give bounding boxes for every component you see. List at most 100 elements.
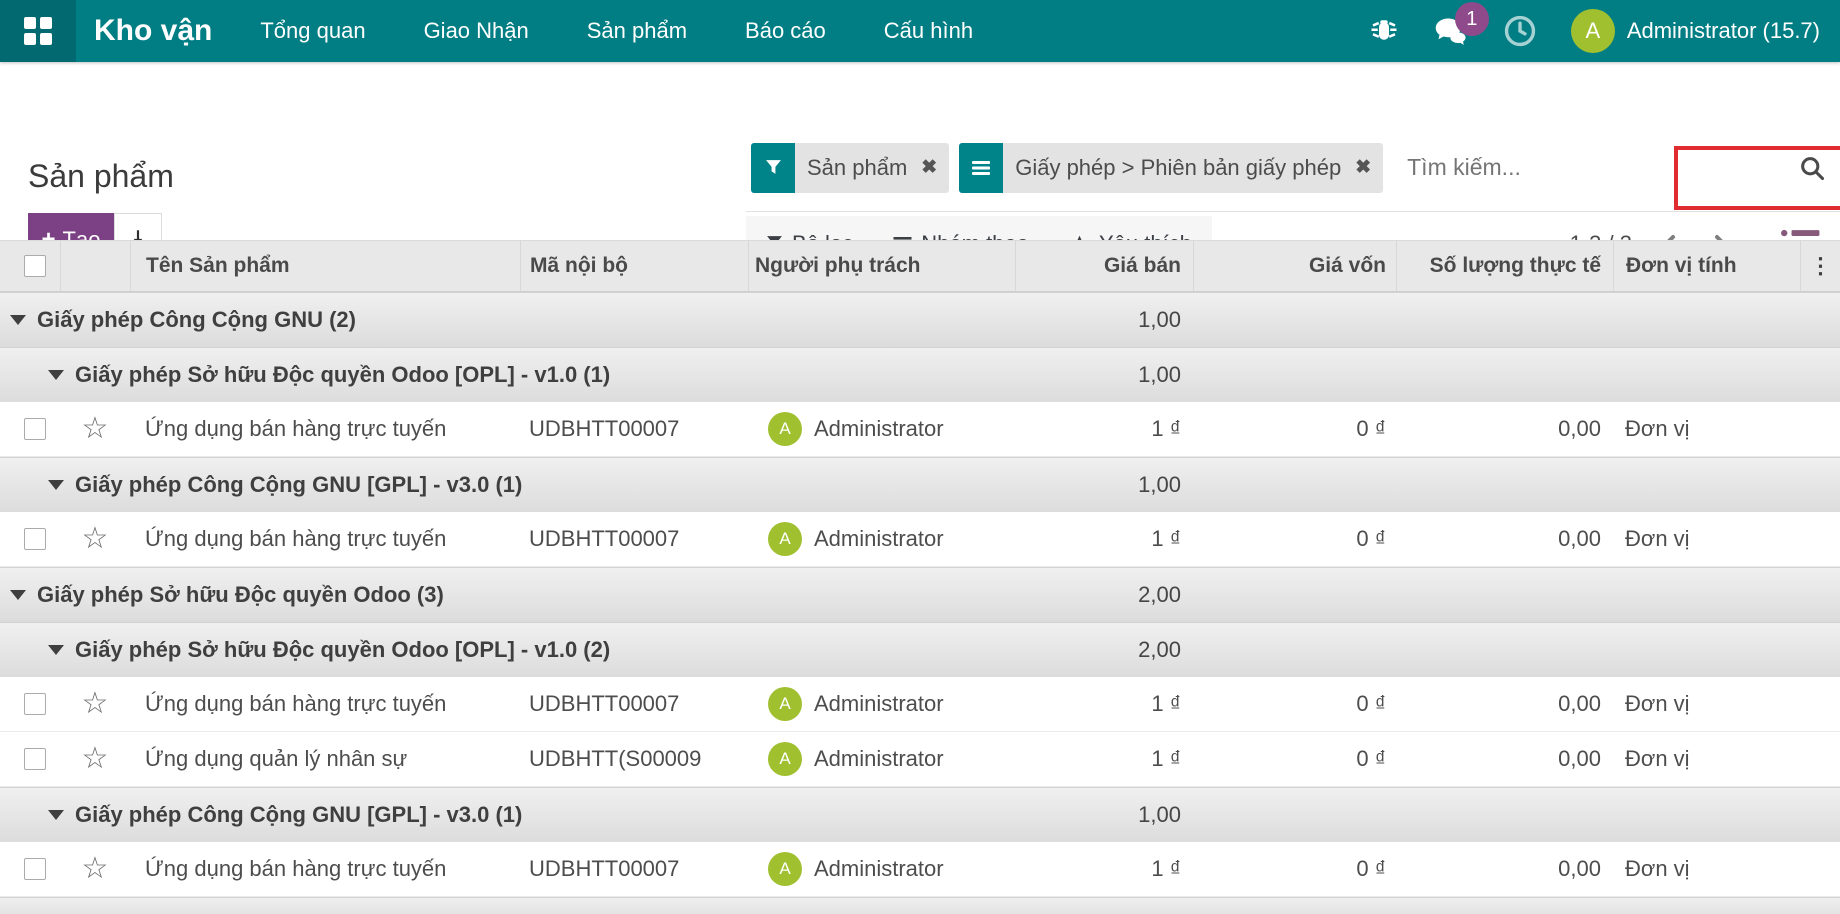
message-count-badge: 1 [1455,2,1489,36]
user-menu[interactable]: A Administrator (15.7) [1571,9,1820,53]
search-facet-filter[interactable]: Sản phẩm ✖ [751,143,949,193]
menu-cau-hinh[interactable]: Cấu hình [884,18,973,44]
product-name: Ứng dụng bán hàng trực tuyến [130,691,520,717]
group-row[interactable]: Giấy phép Sở hữu Độc quyền Odoo [OPL] - … [0,622,1840,677]
menu-san-pham[interactable]: Sản phẩm [587,18,687,44]
group-row[interactable]: Giấy phép Công Cộng GNU [GPL] - v3.0 (1)… [0,457,1840,512]
qty-on-hand: 0,00 [1396,416,1613,442]
partial-group-row [0,897,1840,914]
uom: Đơn vị [1613,526,1800,552]
sale-price: 1 ₫ [1015,691,1193,717]
main-menu: Tổng quan Giao Nhận Sản phẩm Báo cáo Cấu… [260,18,973,44]
group-label: Giấy phép Công Cộng GNU [GPL] - v3.0 (1) [75,472,522,498]
search-input[interactable] [1407,154,1798,181]
group-aggregate-price: 1,00 [1015,802,1193,828]
search-icon[interactable] [1798,154,1826,182]
group-row[interactable]: Giấy phép Công Cộng GNU [GPL] - v3.0 (1)… [0,787,1840,842]
qty-on-hand: 0,00 [1396,746,1613,772]
control-panel: Sản phẩm + Tạo Sản phẩm ✖ [0,62,1840,240]
table-row[interactable]: ☆ Ứng dụng bán hàng trực tuyến UDBHTT000… [0,677,1840,732]
group-aggregate-price: 1,00 [1015,362,1193,388]
group-row[interactable]: Giấy phép Sở hữu Độc quyền Odoo (3) 2,00 [0,567,1840,622]
group-label: Giấy phép Sở hữu Độc quyền Odoo (3) [37,582,444,608]
cost-price: 0 ₫ [1193,746,1396,772]
caret-down-icon [48,810,64,820]
favorite-star-icon[interactable]: ☆ [82,854,109,884]
group-row[interactable]: Giấy phép Công Cộng GNU (2) 1,00 [0,292,1840,347]
apps-grid-icon [24,17,52,45]
user-avatar: A [1571,9,1615,53]
product-list-table: Tên Sản phẩm Mã nội bộ Người phụ trách G… [0,240,1840,914]
favorite-column-header [60,241,130,291]
app-brand[interactable]: Kho vận [94,14,212,48]
caret-down-icon [10,315,26,325]
search-bar: Sản phẩm ✖ Giấy phép > Phiên bản giấy ph… [746,124,1840,212]
responsible-name: Administrator [814,746,944,772]
row-checkbox[interactable] [24,418,46,440]
remove-facet-icon[interactable]: ✖ [919,143,949,193]
cost-price: 0 ₫ [1193,691,1396,717]
caret-down-icon [48,370,64,380]
table-row[interactable]: ☆ Ứng dụng bán hàng trực tuyến UDBHTT000… [0,402,1840,457]
row-checkbox[interactable] [24,748,46,770]
favorite-star-icon[interactable]: ☆ [82,744,109,774]
responsible-name: Administrator [814,691,944,717]
uom: Đơn vị [1613,416,1800,442]
qty-on-hand: 0,00 [1396,856,1613,882]
messages-icon[interactable]: 1 [1433,14,1469,48]
debug-bug-icon[interactable] [1369,16,1399,46]
remove-facet-icon[interactable]: ✖ [1353,143,1383,193]
uom: Đơn vị [1613,691,1800,717]
table-row[interactable]: ☆ Ứng dụng bán hàng trực tuyến UDBHTT000… [0,842,1840,897]
group-aggregate-price: 1,00 [1015,307,1193,333]
column-header-uom[interactable]: Đơn vị tính [1613,241,1800,291]
column-header-user[interactable]: Người phụ trách [748,241,1015,291]
internal-code: UDBHTT00007 [520,856,748,882]
internal-code: UDBHTT00007 [520,526,748,552]
menu-bao-cao[interactable]: Báo cáo [745,18,826,44]
favorite-star-icon[interactable]: ☆ [82,524,109,554]
caret-down-icon [48,480,64,490]
row-checkbox[interactable] [24,693,46,715]
favorite-star-icon[interactable]: ☆ [82,414,109,444]
column-header-price[interactable]: Giá bán [1015,241,1193,291]
search-facet-groupby[interactable]: Giấy phép > Phiên bản giấy phép ✖ [959,143,1383,193]
group-aggregate-price: 2,00 [1015,582,1193,608]
uom: Đơn vị [1613,856,1800,882]
column-header-code[interactable]: Mã nội bộ [520,241,748,291]
avatar: A [768,742,802,776]
column-header-qty[interactable]: Số lượng thực tế [1396,241,1613,291]
avatar: A [768,522,802,556]
row-checkbox[interactable] [24,858,46,880]
table-row[interactable]: ☆ Ứng dụng bán hàng trực tuyến UDBHTT000… [0,512,1840,567]
table-row[interactable]: ☆ Ứng dụng quản lý nhân sự UDBHTT(S00009… [0,732,1840,787]
menu-giao-nhan[interactable]: Giao Nhận [424,18,529,44]
column-header-name[interactable]: Tên Sản phẩm [130,241,520,291]
select-all-checkbox[interactable] [24,255,46,277]
internal-code: UDBHTT00007 [520,691,748,717]
column-header-cost[interactable]: Giá vốn [1193,241,1396,291]
responsible-name: Administrator [814,856,944,882]
optional-columns-icon[interactable]: ⋮ [1810,259,1832,273]
odoo-app-window: Kho vận Tổng quan Giao Nhận Sản phẩm Báo… [0,0,1840,914]
group-label: Giấy phép Sở hữu Độc quyền Odoo [OPL] - … [75,362,610,388]
caret-down-icon [48,645,64,655]
caret-down-icon [10,590,26,600]
group-row[interactable]: Giấy phép Sở hữu Độc quyền Odoo [OPL] - … [0,347,1840,402]
filter-icon [751,143,795,193]
row-checkbox[interactable] [24,528,46,550]
menu-tong-quan[interactable]: Tổng quan [260,18,365,44]
cost-price: 0 ₫ [1193,856,1396,882]
sale-price: 1 ₫ [1015,416,1193,442]
apps-menu-button[interactable] [0,0,76,62]
table-header-row: Tên Sản phẩm Mã nội bộ Người phụ trách G… [0,240,1840,292]
product-name: Ứng dụng bán hàng trực tuyến [130,526,520,552]
product-name: Ứng dụng quản lý nhân sự [130,746,520,772]
activities-clock-icon[interactable] [1503,14,1537,48]
avatar: A [768,852,802,886]
favorite-star-icon[interactable]: ☆ [82,689,109,719]
sale-price: 1 ₫ [1015,856,1193,882]
cost-price: 0 ₫ [1193,416,1396,442]
sale-price: 1 ₫ [1015,746,1193,772]
group-aggregate-price: 2,00 [1015,637,1193,663]
